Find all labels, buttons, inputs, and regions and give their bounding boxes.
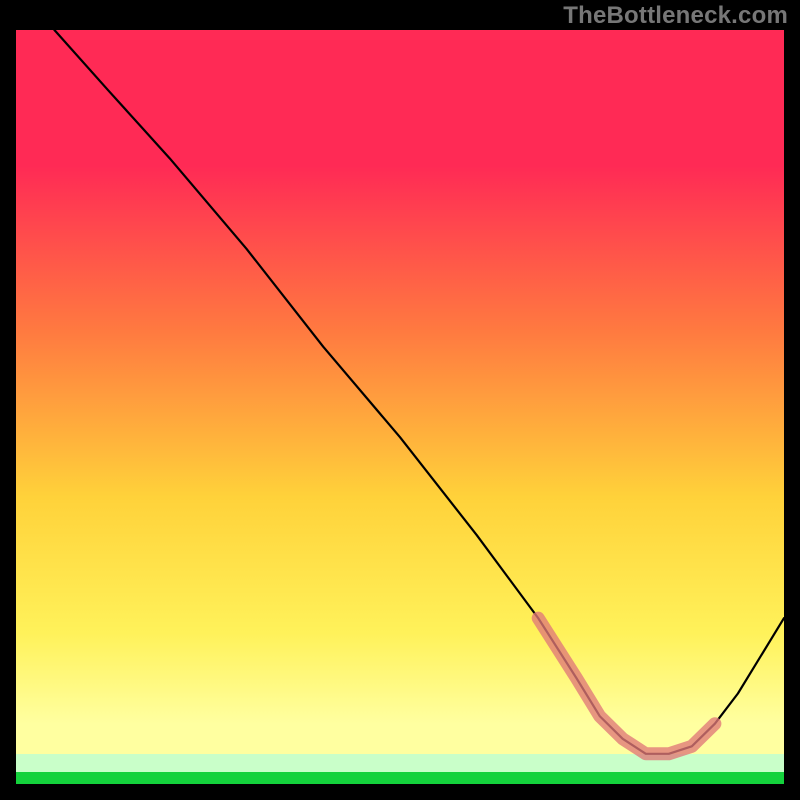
attribution-label: TheBottleneck.com <box>563 2 788 30</box>
chart-container: TheBottleneck.com <box>0 0 800 800</box>
bottleneck-chart <box>0 0 800 800</box>
